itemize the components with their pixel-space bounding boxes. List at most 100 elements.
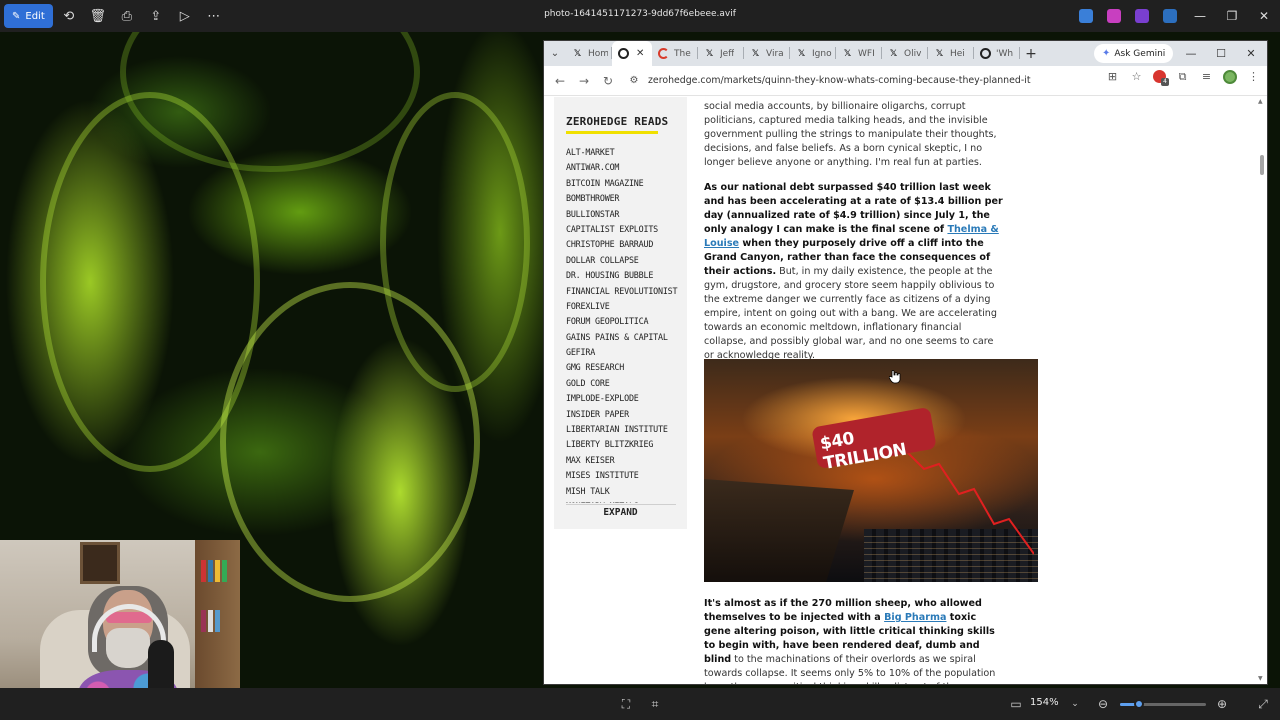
reads-link[interactable]: CHRISTOPHE BARRAUD [566,237,681,252]
minimize-button[interactable]: — [1184,0,1216,32]
reads-link[interactable]: CAPITALIST EXPLOITS [566,222,681,237]
viewer-bottom-bar: ⛶ ⌗ ▭ 154% ⌄ ⊖ ⊕ ⤢ [0,688,1280,720]
extensions-puzzle-icon[interactable]: ⧉ [1175,69,1190,84]
page-scrollbar[interactable]: ▲ ▼ [1257,97,1267,684]
reads-link[interactable]: GAINS PAINS & CAPITAL [566,330,681,345]
more-icon[interactable]: ⋯ [201,3,227,29]
article-paragraph: As our national debt surpassed $40 trill… [704,181,1006,363]
zoom-slider[interactable] [1120,699,1206,709]
delete-icon[interactable]: 🗑 [85,3,111,29]
zoom-level[interactable]: 154% [1030,697,1059,708]
reads-link[interactable]: BULLIONSTAR [566,207,681,222]
reads-link[interactable]: INSIDER PAPER [566,407,681,422]
browser-tab[interactable]: 𝕏 WFI [836,41,882,66]
reads-link[interactable]: GOLD CORE [566,376,681,391]
fullscreen-icon[interactable]: ⤢ [1255,696,1271,712]
gemini-icon: ✦ [1102,48,1111,59]
slideshow-icon[interactable]: ▷ [172,3,198,29]
maximize-button[interactable]: ❐ [1216,0,1248,32]
zoom-out-icon[interactable]: ⊖ [1095,696,1111,712]
reads-link[interactable]: ALT-MARKET [566,145,681,160]
browser-tab[interactable]: 𝕏 Jeff [698,41,744,66]
browser-menu-icon[interactable]: ⋮ [1246,69,1261,84]
zerohedge-icon [618,48,629,59]
scroll-down-icon[interactable]: ▼ [1258,675,1263,682]
x-icon: 𝕏 [705,48,714,59]
cloud-icon[interactable] [1163,9,1177,23]
address-bar[interactable]: ⚙ zerohedge.com/markets/quinn-they-know-… [624,69,1144,92]
reads-link[interactable]: GEFIRA [566,345,681,360]
reads-link[interactable]: IMPLODE-EXPLODE [566,391,681,406]
app-icon-3[interactable] [1135,9,1149,23]
tab-label: Hei [950,48,965,59]
print-icon[interactable]: ⎙ [114,3,140,29]
big-pharma-link[interactable]: Big Pharma [884,612,946,623]
zoom-dropdown-icon[interactable]: ⌄ [1067,696,1083,712]
reads-link[interactable]: DR. HOUSING BUBBLE [566,268,681,283]
tab-label: Oliv [904,48,922,59]
reads-link[interactable]: MISH TALK [566,484,681,499]
reads-link[interactable]: LIBERTY BLITZKRIEG [566,437,681,452]
reads-link[interactable]: DOLLAR COLLAPSE [566,253,681,268]
reload-button[interactable]: ↻ [596,69,620,93]
reads-link[interactable]: ANTIWAR.COM [566,160,681,175]
reads-link[interactable]: BITCOIN MAGAZINE [566,176,681,191]
browser-maximize-button[interactable]: ☐ [1206,41,1236,66]
browser-tab[interactable]: 𝕏 Igno [790,41,836,66]
forward-button[interactable]: → [572,69,596,93]
expand-button[interactable]: EXPAND [554,507,687,518]
browser-tab[interactable]: 𝕏 Oliv [882,41,928,66]
reads-list: ALT-MARKET ANTIWAR.COM BITCOIN MAGAZINE BOM… [566,145,681,503]
scroll-thumb[interactable] [1260,155,1264,175]
app-icon-1[interactable] [1079,9,1093,23]
profile-avatar[interactable] [1223,69,1237,84]
zoom-slider-knob[interactable] [1133,699,1144,709]
browser-tab[interactable]: The [652,41,698,66]
app-icon-2[interactable] [1107,9,1121,23]
tab-strip: ⌄ 𝕏 Hom ✕ The 𝕏 Jeff 𝕏 Vira 𝕏 Igno 𝕏 WFI 𝕏 Oliv 𝕏 Hei 'W… [544,41,1267,66]
reads-link[interactable]: MONETARY METALS [566,499,681,503]
ask-gemini-button[interactable]: ✦ Ask Gemini [1094,44,1174,63]
edit-button[interactable]: ✎ Edit [4,4,53,28]
browser-close-button[interactable]: ✕ [1236,41,1266,66]
install-app-icon[interactable]: ⊞ [1105,69,1120,84]
url-text: zerohedge.com/markets/quinn-they-know-wh… [648,75,1031,86]
share-icon[interactable]: ⇪ [143,3,169,29]
body-text: But, in my daily existence, the people a… [704,266,997,361]
browser-tab[interactable]: 𝕏 Vira [744,41,790,66]
web-page: ZEROHEDGE READS ALT-MARKET ANTIWAR.COM BIT… [544,97,1267,684]
reads-link[interactable]: FOREXLIVE [566,299,681,314]
reads-link[interactable]: BOMBTHROWER [566,191,681,206]
picture-frame [80,542,120,584]
fit-screen-icon[interactable]: ⛶ [618,696,634,712]
tab-label: WFI [858,48,875,59]
article-paragraph: It's almost as if the 270 million sheep,… [704,597,1006,684]
cliff-shape [704,479,854,582]
tab-active[interactable]: ✕ [612,41,652,66]
back-button[interactable]: ← [548,69,572,93]
aspect-icon[interactable]: ▭ [1008,696,1024,712]
new-tab-button[interactable]: + [1020,43,1042,65]
reading-list-icon[interactable]: ≡ [1199,69,1214,84]
rotate-icon[interactable]: ⟲ [56,3,82,29]
reads-link[interactable]: MAX KEISER [566,453,681,468]
browser-tab[interactable]: 'Wh [974,41,1020,66]
site-info-icon[interactable]: ⚙ [624,75,644,86]
reads-link[interactable]: FORUM GEOPOLITICA [566,314,681,329]
tab-close-icon[interactable]: ✕ [636,48,644,59]
text-detect-icon[interactable]: ⌗ [647,696,663,712]
reads-link[interactable]: FINANCIAL REVOLUTIONIST [566,284,681,299]
close-button[interactable]: ✕ [1248,0,1280,32]
extension-icon[interactable]: 4 [1153,70,1169,86]
browser-minimize-button[interactable]: — [1176,41,1206,66]
browser-tab[interactable]: 𝕏 Hei [928,41,974,66]
scroll-up-icon[interactable]: ▲ [1258,98,1263,105]
tab-search-dropdown[interactable]: ⌄ [544,43,566,65]
zoom-in-icon[interactable]: ⊕ [1214,696,1230,712]
reads-link[interactable]: MISES INSTITUTE [566,468,681,483]
browser-toolbar: ← → ↻ ⚙ zerohedge.com/markets/quinn-they… [544,66,1267,96]
bookmark-star-icon[interactable]: ☆ [1129,69,1144,84]
reads-link[interactable]: GMG RESEARCH [566,360,681,375]
browser-tab[interactable]: 𝕏 Hom [566,41,612,66]
reads-link[interactable]: LIBERTARIAN INSTITUTE [566,422,681,437]
